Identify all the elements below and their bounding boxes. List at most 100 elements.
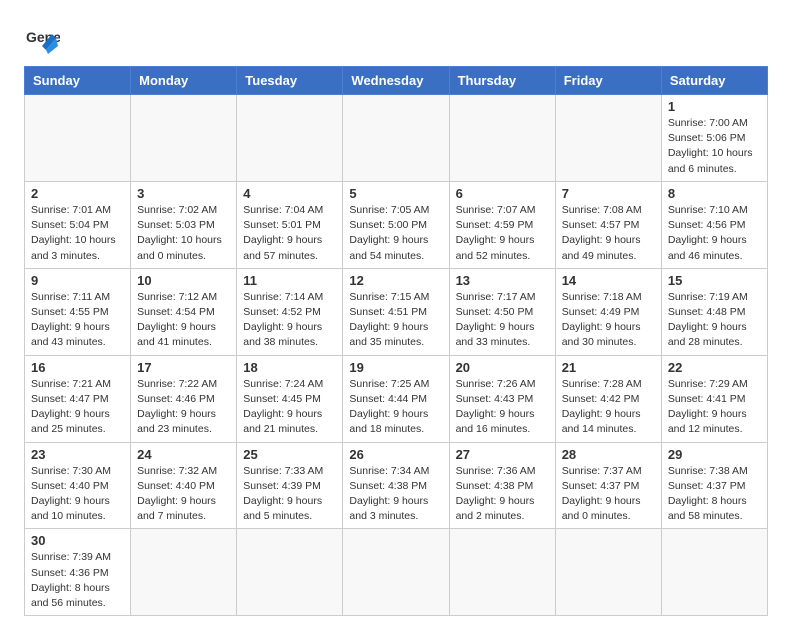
day-info: Sunrise: 7:21 AM Sunset: 4:47 PM Dayligh… [31, 377, 124, 438]
calendar-cell: 24 Sunrise: 7:32 AM Sunset: 4:40 PM Dayli… [131, 442, 237, 529]
week-row: 9 Sunrise: 7:11 AM Sunset: 4:55 PM Daylig… [25, 268, 768, 355]
calendar-cell: 13Sunrise: 7:17 AM Sunset: 4:50 PM Dayli… [449, 268, 555, 355]
day-info: Sunrise: 7:34 AM Sunset: 4:38 PM Dayligh… [349, 464, 442, 525]
day-info: Sunrise: 7:25 AM Sunset: 4:44 PM Dayligh… [349, 377, 442, 438]
day-number: 29 [668, 447, 761, 462]
day-number: 25 [243, 447, 336, 462]
day-info: Sunrise: 7:07 AM Sunset: 4:59 PM Dayligh… [456, 203, 549, 264]
day-number: 8 [668, 186, 761, 201]
calendar-cell [661, 529, 767, 616]
day-info: Sunrise: 7:04 AM Sunset: 5:01 PM Dayligh… [243, 203, 336, 264]
calendar-cell: 19 Sunrise: 7:25 AM Sunset: 4:44 PM Dayli… [343, 355, 449, 442]
day-info: Sunrise: 7:00 AM Sunset: 5:06 PM Dayligh… [668, 116, 761, 177]
day-number: 4 [243, 186, 336, 201]
calendar-cell: 14Sunrise: 7:18 AM Sunset: 4:49 PM Dayli… [555, 268, 661, 355]
day-number: 12 [349, 273, 442, 288]
day-number: 3 [137, 186, 230, 201]
day-number: 2 [31, 186, 124, 201]
day-number: 7 [562, 186, 655, 201]
calendar-cell: 4 Sunrise: 7:04 AM Sunset: 5:01 PM Daylig… [237, 181, 343, 268]
calendar-cell: 15 Sunrise: 7:19 AM Sunset: 4:48 PM Dayli… [661, 268, 767, 355]
day-info: Sunrise: 7:38 AM Sunset: 4:37 PM Dayligh… [668, 464, 761, 525]
calendar-cell [555, 95, 661, 182]
weekday-header: Saturday [661, 67, 767, 95]
calendar-cell: 28Sunrise: 7:37 AM Sunset: 4:37 PM Dayli… [555, 442, 661, 529]
calendar-cell: 9 Sunrise: 7:11 AM Sunset: 4:55 PM Daylig… [25, 268, 131, 355]
day-info: Sunrise: 7:14 AM Sunset: 4:52 PM Dayligh… [243, 290, 336, 351]
calendar-cell: 5Sunrise: 7:05 AM Sunset: 5:00 PM Daylig… [343, 181, 449, 268]
day-info: Sunrise: 7:39 AM Sunset: 4:36 PM Dayligh… [31, 550, 124, 611]
day-number: 28 [562, 447, 655, 462]
day-info: Sunrise: 7:17 AM Sunset: 4:50 PM Dayligh… [456, 290, 549, 351]
calendar-cell [343, 95, 449, 182]
day-info: Sunrise: 7:10 AM Sunset: 4:56 PM Dayligh… [668, 203, 761, 264]
calendar-cell: 30 Sunrise: 7:39 AM Sunset: 4:36 PM Dayli… [25, 529, 131, 616]
calendar-cell [343, 529, 449, 616]
day-number: 17 [137, 360, 230, 375]
logo-icon: General [24, 20, 60, 56]
day-number: 24 [137, 447, 230, 462]
logo: General [24, 20, 66, 56]
calendar-cell: 23Sunrise: 7:30 AM Sunset: 4:40 PM Dayli… [25, 442, 131, 529]
calendar-cell: 25Sunrise: 7:33 AM Sunset: 4:39 PM Dayli… [237, 442, 343, 529]
day-info: Sunrise: 7:24 AM Sunset: 4:45 PM Dayligh… [243, 377, 336, 438]
calendar-cell: 11 Sunrise: 7:14 AM Sunset: 4:52 PM Dayli… [237, 268, 343, 355]
day-number: 20 [456, 360, 549, 375]
day-info: Sunrise: 7:11 AM Sunset: 4:55 PM Dayligh… [31, 290, 124, 351]
day-number: 5 [349, 186, 442, 201]
calendar-page: General SundayMondayTuesdayWednesdayThur… [0, 0, 792, 636]
day-number: 18 [243, 360, 336, 375]
day-info: Sunrise: 7:12 AM Sunset: 4:54 PM Dayligh… [137, 290, 230, 351]
day-info: Sunrise: 7:01 AM Sunset: 5:04 PM Dayligh… [31, 203, 124, 264]
weekday-header: Sunday [25, 67, 131, 95]
day-number: 6 [456, 186, 549, 201]
calendar-cell: 26 Sunrise: 7:34 AM Sunset: 4:38 PM Dayli… [343, 442, 449, 529]
day-info: Sunrise: 7:22 AM Sunset: 4:46 PM Dayligh… [137, 377, 230, 438]
day-info: Sunrise: 7:32 AM Sunset: 4:40 PM Dayligh… [137, 464, 230, 525]
week-row: 23Sunrise: 7:30 AM Sunset: 4:40 PM Dayli… [25, 442, 768, 529]
day-info: Sunrise: 7:19 AM Sunset: 4:48 PM Dayligh… [668, 290, 761, 351]
calendar-cell: 10 Sunrise: 7:12 AM Sunset: 4:54 PM Dayli… [131, 268, 237, 355]
calendar-cell: 3 Sunrise: 7:02 AM Sunset: 5:03 PM Daylig… [131, 181, 237, 268]
weekday-header: Friday [555, 67, 661, 95]
day-number: 22 [668, 360, 761, 375]
day-number: 30 [31, 533, 124, 548]
day-info: Sunrise: 7:08 AM Sunset: 4:57 PM Dayligh… [562, 203, 655, 264]
calendar-cell: 21Sunrise: 7:28 AM Sunset: 4:42 PM Dayli… [555, 355, 661, 442]
calendar-cell [131, 529, 237, 616]
calendar-cell: 1Sunrise: 7:00 AM Sunset: 5:06 PM Daylig… [661, 95, 767, 182]
day-number: 19 [349, 360, 442, 375]
weekday-header: Monday [131, 67, 237, 95]
day-number: 16 [31, 360, 124, 375]
weekday-header: Tuesday [237, 67, 343, 95]
calendar-cell [25, 95, 131, 182]
calendar-cell: 29 Sunrise: 7:38 AM Sunset: 4:37 PM Dayli… [661, 442, 767, 529]
week-row: 1Sunrise: 7:00 AM Sunset: 5:06 PM Daylig… [25, 95, 768, 182]
day-number: 9 [31, 273, 124, 288]
day-number: 10 [137, 273, 230, 288]
calendar-cell: 20Sunrise: 7:26 AM Sunset: 4:43 PM Dayli… [449, 355, 555, 442]
calendar-cell [449, 529, 555, 616]
calendar-cell [131, 95, 237, 182]
day-number: 26 [349, 447, 442, 462]
day-number: 23 [31, 447, 124, 462]
weekday-header: Wednesday [343, 67, 449, 95]
calendar-cell [237, 529, 343, 616]
calendar-cell [555, 529, 661, 616]
day-info: Sunrise: 7:02 AM Sunset: 5:03 PM Dayligh… [137, 203, 230, 264]
calendar-cell: 12Sunrise: 7:15 AM Sunset: 4:51 PM Dayli… [343, 268, 449, 355]
day-info: Sunrise: 7:36 AM Sunset: 4:38 PM Dayligh… [456, 464, 549, 525]
calendar-cell: 22Sunrise: 7:29 AM Sunset: 4:41 PM Dayli… [661, 355, 767, 442]
day-number: 27 [456, 447, 549, 462]
day-number: 14 [562, 273, 655, 288]
header: General [24, 20, 768, 56]
weekday-header-row: SundayMondayTuesdayWednesdayThursdayFrid… [25, 67, 768, 95]
day-number: 11 [243, 273, 336, 288]
week-row: 16 Sunrise: 7:21 AM Sunset: 4:47 PM Dayli… [25, 355, 768, 442]
calendar-cell: 6 Sunrise: 7:07 AM Sunset: 4:59 PM Daylig… [449, 181, 555, 268]
calendar-cell [449, 95, 555, 182]
calendar-cell: 8 Sunrise: 7:10 AM Sunset: 4:56 PM Daylig… [661, 181, 767, 268]
day-number: 15 [668, 273, 761, 288]
calendar-cell [237, 95, 343, 182]
calendar-cell: 17 Sunrise: 7:22 AM Sunset: 4:46 PM Dayli… [131, 355, 237, 442]
